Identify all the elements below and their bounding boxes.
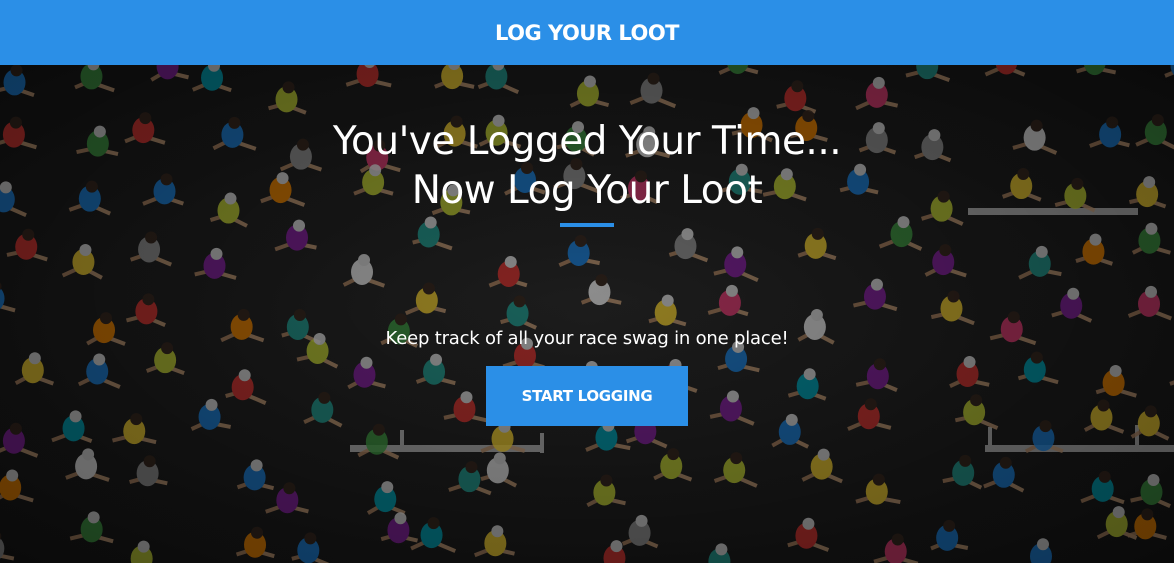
top-navbar: LOG YOUR LOOT	[0, 0, 1174, 65]
hero-tagline: Keep track of all your race swag in one …	[385, 328, 789, 349]
hero-heading-line-2: Now Log Your Loot	[411, 168, 763, 213]
hero-section: You've Logged Your Time... Now Log Your …	[0, 65, 1174, 563]
start-logging-button[interactable]: START LOGGING	[486, 366, 688, 426]
hero-heading: You've Logged Your Time... Now Log Your …	[0, 117, 1174, 215]
heading-underline-divider	[560, 223, 614, 227]
hero-heading-line-1: You've Logged Your Time...	[332, 119, 842, 164]
brand-logo-text[interactable]: LOG YOUR LOOT	[495, 21, 680, 45]
